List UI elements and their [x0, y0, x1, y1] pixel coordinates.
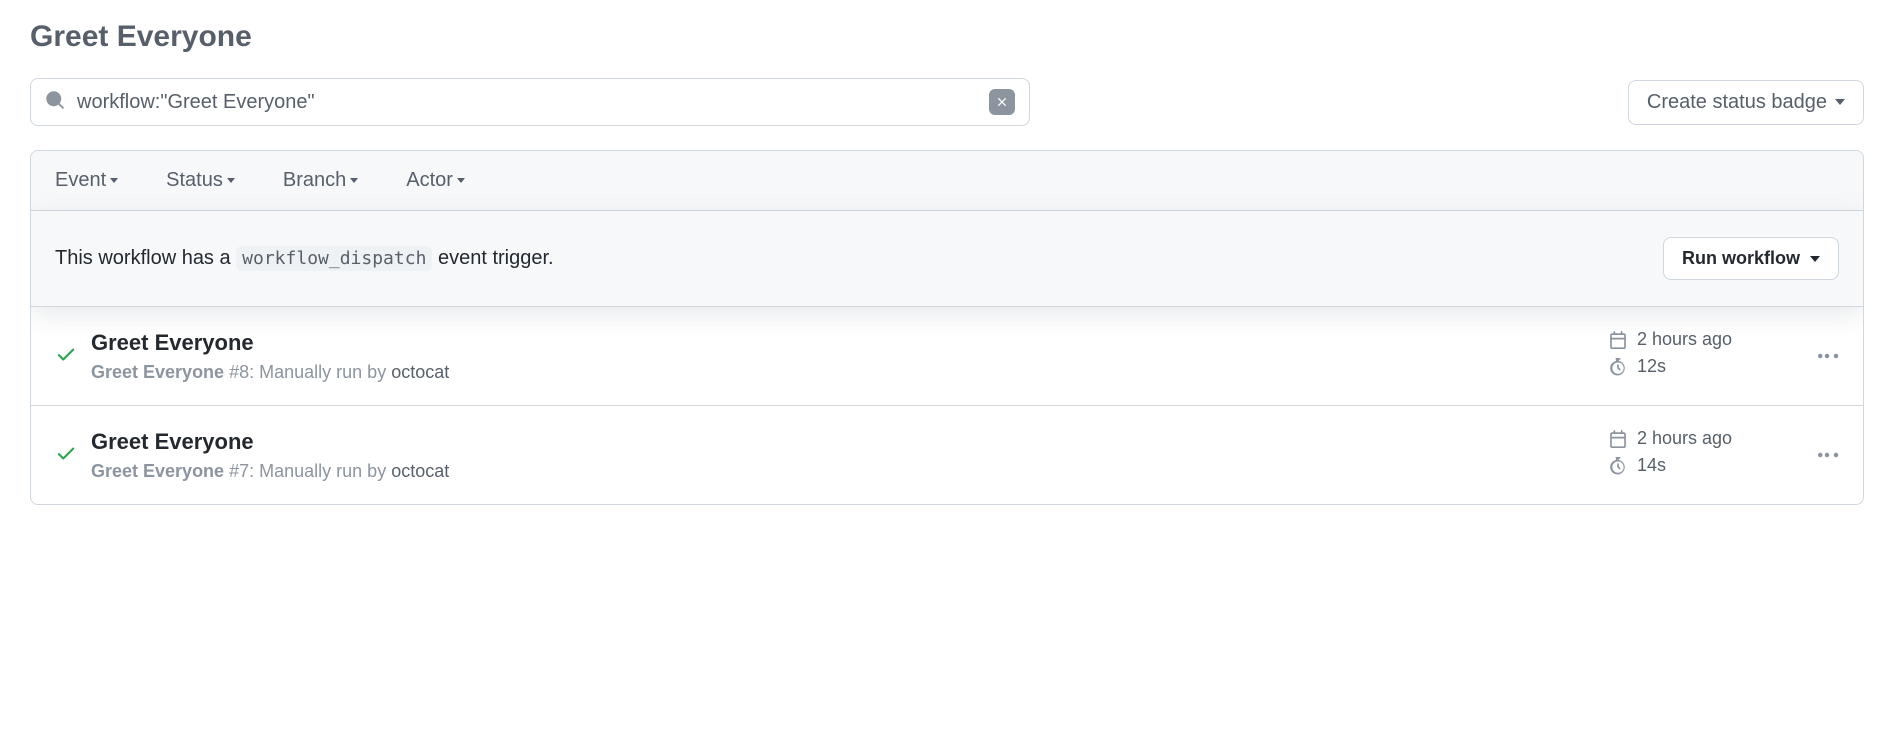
time-ago-text: 2 hours ago	[1637, 329, 1732, 350]
calendar-icon	[1609, 331, 1627, 349]
run-subtitle: Greet Everyone #7: Manually run by octoc…	[91, 461, 1609, 482]
search-input[interactable]	[77, 91, 989, 114]
filter-actor-label: Actor	[406, 169, 453, 192]
runs-list: Event Status Branch Actor This workflow …	[30, 150, 1864, 505]
filter-event-label: Event	[55, 169, 106, 192]
run-title[interactable]: Greet Everyone	[91, 429, 1609, 455]
status-icon-col	[55, 343, 91, 370]
time-ago-text: 2 hours ago	[1637, 428, 1732, 449]
run-trigger-text: : Manually run by	[249, 362, 391, 382]
kebab-icon	[1815, 443, 1839, 467]
run-duration: 12s	[1609, 356, 1789, 377]
calendar-icon	[1609, 430, 1627, 448]
create-status-badge-button[interactable]: Create status badge	[1628, 80, 1864, 125]
stopwatch-icon	[1609, 358, 1627, 376]
kebab-icon	[1815, 344, 1839, 368]
run-trigger-text: : Manually run by	[249, 461, 391, 481]
filter-status[interactable]: Status	[166, 169, 235, 192]
filter-branch[interactable]: Branch	[283, 169, 358, 192]
run-row[interactable]: Greet Everyone Greet Everyone #7: Manual…	[31, 406, 1863, 504]
run-main: Greet Everyone Greet Everyone #7: Manual…	[91, 429, 1609, 482]
filter-event[interactable]: Event	[55, 169, 118, 192]
page-title: Greet Everyone	[30, 20, 1864, 54]
run-workflow-button[interactable]: Run workflow	[1663, 237, 1839, 280]
header-row: Create status badge	[30, 78, 1864, 126]
run-time-ago: 2 hours ago	[1609, 428, 1789, 449]
filter-bar: Event Status Branch Actor	[31, 151, 1863, 211]
run-meta: 2 hours ago 12s	[1609, 329, 1789, 383]
run-workflow-label: Run workflow	[1682, 248, 1800, 269]
dispatch-suffix: event trigger.	[432, 247, 553, 269]
dispatch-prefix: This workflow has a	[55, 247, 236, 269]
caret-down-icon	[1810, 256, 1820, 262]
run-row[interactable]: Greet Everyone Greet Everyone #8: Manual…	[31, 307, 1863, 406]
caret-down-icon	[1835, 99, 1845, 105]
workflow-dispatch-bar: This workflow has a workflow_dispatch ev…	[31, 211, 1863, 307]
caret-down-icon	[350, 178, 358, 183]
run-subtitle: Greet Everyone #8: Manually run by octoc…	[91, 362, 1609, 383]
run-actor[interactable]: octocat	[391, 362, 449, 382]
search-box[interactable]	[30, 78, 1030, 126]
check-icon	[55, 442, 77, 464]
run-title[interactable]: Greet Everyone	[91, 330, 1609, 356]
run-menu-button[interactable]	[1789, 344, 1839, 368]
caret-down-icon	[457, 178, 465, 183]
caret-down-icon	[110, 178, 118, 183]
run-actor[interactable]: octocat	[391, 461, 449, 481]
duration-text: 14s	[1637, 455, 1666, 476]
dispatch-code: workflow_dispatch	[236, 246, 432, 271]
run-main: Greet Everyone Greet Everyone #8: Manual…	[91, 330, 1609, 383]
run-meta: 2 hours ago 14s	[1609, 428, 1789, 482]
run-time-ago: 2 hours ago	[1609, 329, 1789, 350]
duration-text: 12s	[1637, 356, 1666, 377]
check-icon	[55, 343, 77, 365]
run-workflow-name: Greet Everyone	[91, 362, 224, 382]
run-duration: 14s	[1609, 455, 1789, 476]
run-menu-button[interactable]	[1789, 443, 1839, 467]
run-number: #8	[229, 362, 249, 382]
run-workflow-name: Greet Everyone	[91, 461, 224, 481]
status-icon-col	[55, 442, 91, 469]
caret-down-icon	[227, 178, 235, 183]
filter-actor[interactable]: Actor	[406, 169, 465, 192]
search-icon	[45, 90, 65, 115]
close-icon	[995, 95, 1009, 109]
filter-status-label: Status	[166, 169, 223, 192]
filter-branch-label: Branch	[283, 169, 346, 192]
dispatch-text: This workflow has a workflow_dispatch ev…	[55, 247, 554, 270]
run-number: #7	[229, 461, 249, 481]
stopwatch-icon	[1609, 457, 1627, 475]
clear-search-button[interactable]	[989, 89, 1015, 115]
create-status-badge-label: Create status badge	[1647, 91, 1827, 114]
